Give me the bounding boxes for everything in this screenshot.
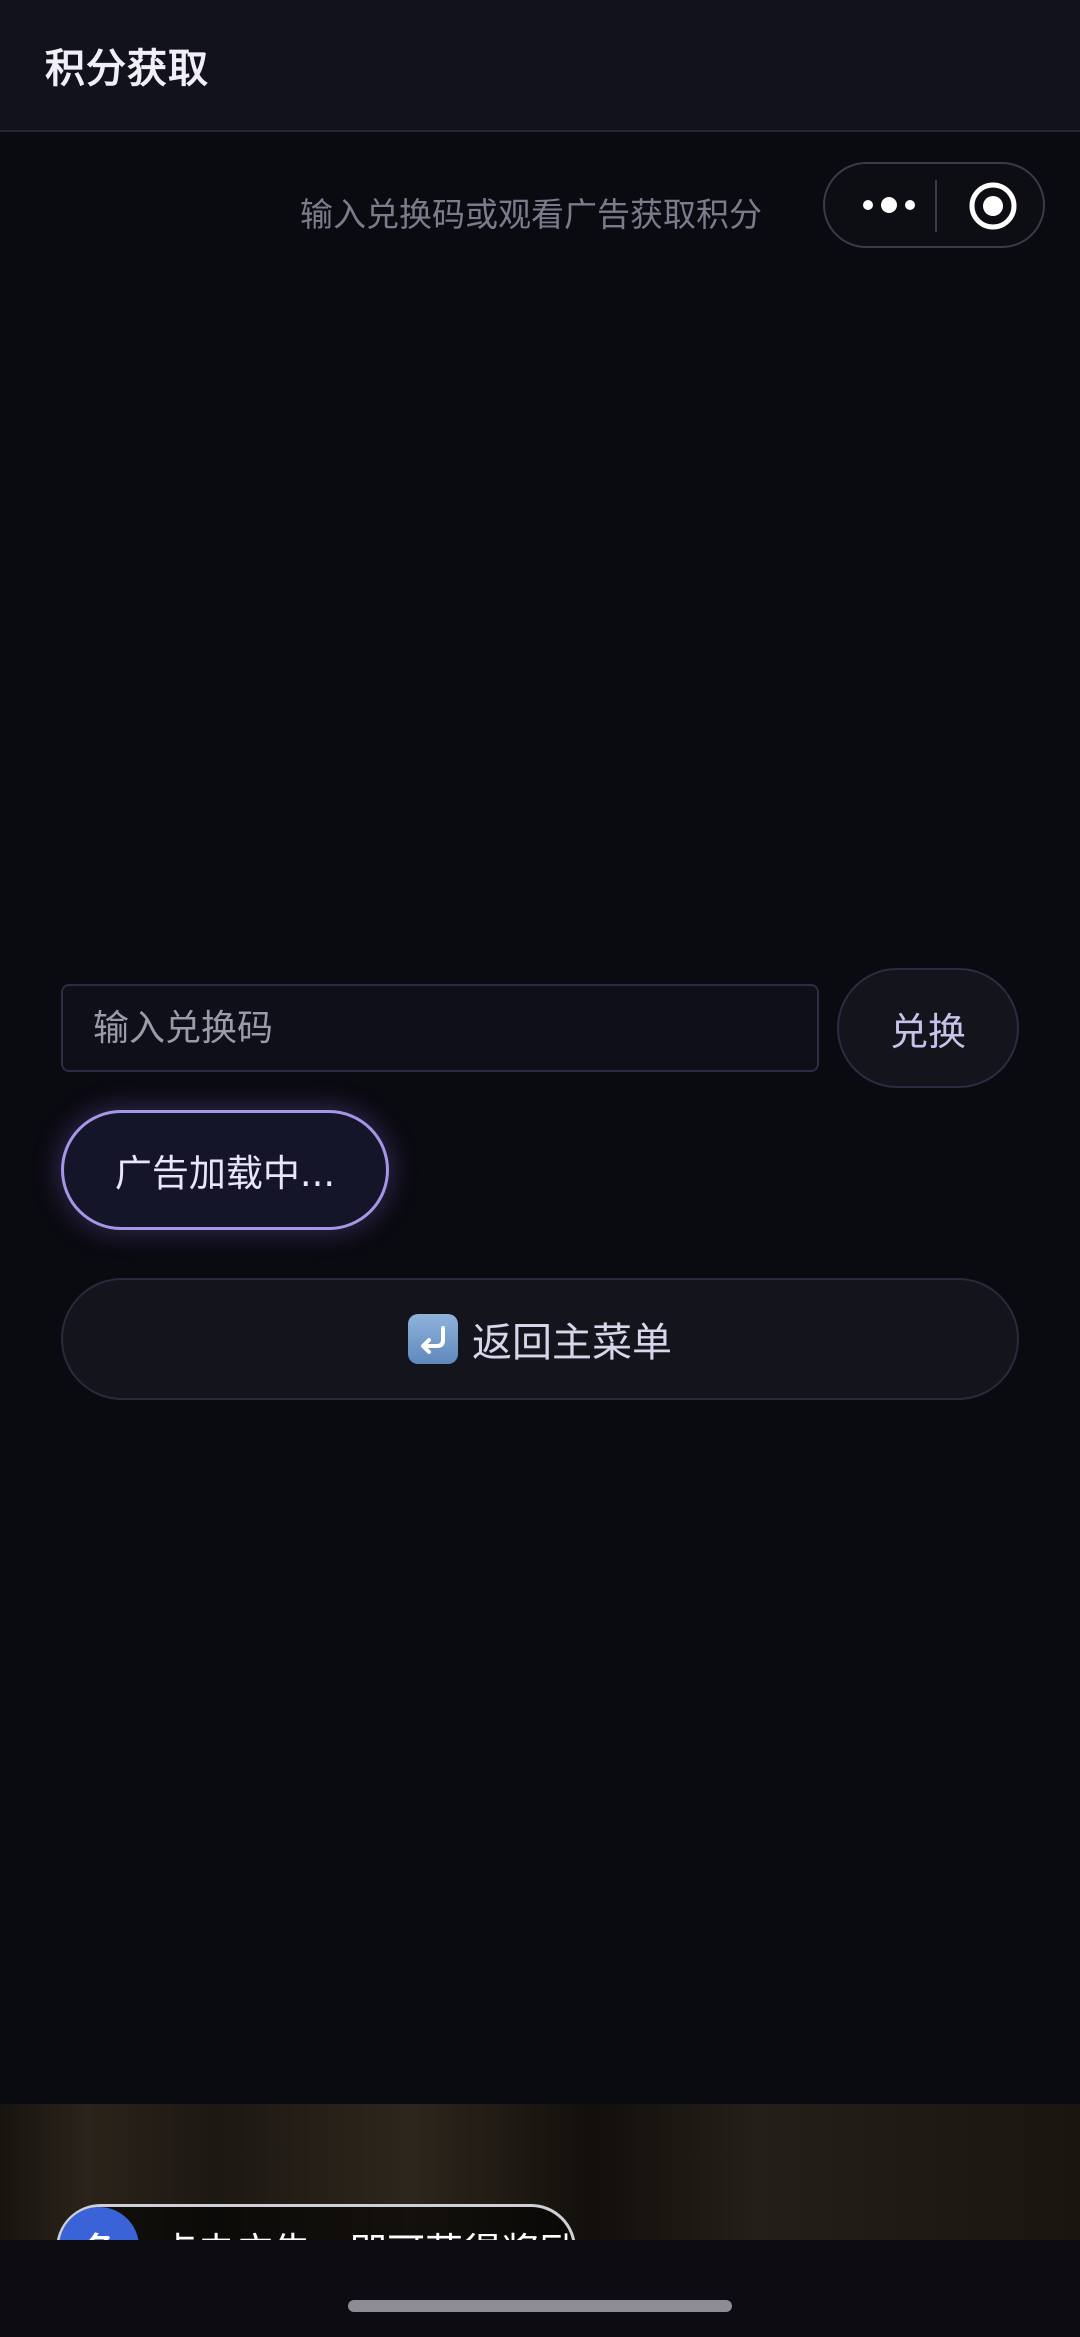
ad-reward-pill[interactable]: 冬 点击广告，即可获得奖励 bbox=[56, 2204, 577, 2240]
more-dots-icon[interactable] bbox=[853, 164, 933, 246]
page-subtitle: 输入兑换码或观看广告获取积分 bbox=[300, 195, 762, 234]
ad-reward-text: 点击广告，即可获得奖励 bbox=[159, 2221, 577, 2240]
bottom-safe-area bbox=[0, 2240, 1080, 2337]
home-indicator[interactable] bbox=[348, 2300, 732, 2312]
capsule-divider bbox=[935, 180, 937, 232]
return-arrow-icon bbox=[408, 1314, 458, 1364]
page-title: 积分获取 bbox=[45, 46, 209, 92]
ad-badge-icon: 冬 bbox=[59, 2207, 139, 2240]
target-close-icon[interactable] bbox=[967, 180, 1019, 232]
screen: 积分获取 输入兑换码或观看广告获取积分 兑换 广告加载中... bbox=[0, 0, 1080, 2337]
redeem-button[interactable]: 兑换 bbox=[837, 968, 1019, 1088]
watch-ad-button[interactable]: 广告加载中... bbox=[61, 1110, 389, 1230]
back-button-label: 返回主菜单 bbox=[472, 1320, 672, 1366]
redeem-code-input[interactable] bbox=[61, 984, 819, 1072]
ad-banner[interactable]: 冬 点击广告，即可获得奖励 bbox=[0, 2104, 1080, 2240]
top-navigation-bar: 积分获取 bbox=[0, 0, 1080, 132]
miniprogram-capsule bbox=[823, 162, 1045, 248]
back-to-main-menu-button[interactable]: 返回主菜单 bbox=[61, 1278, 1019, 1400]
